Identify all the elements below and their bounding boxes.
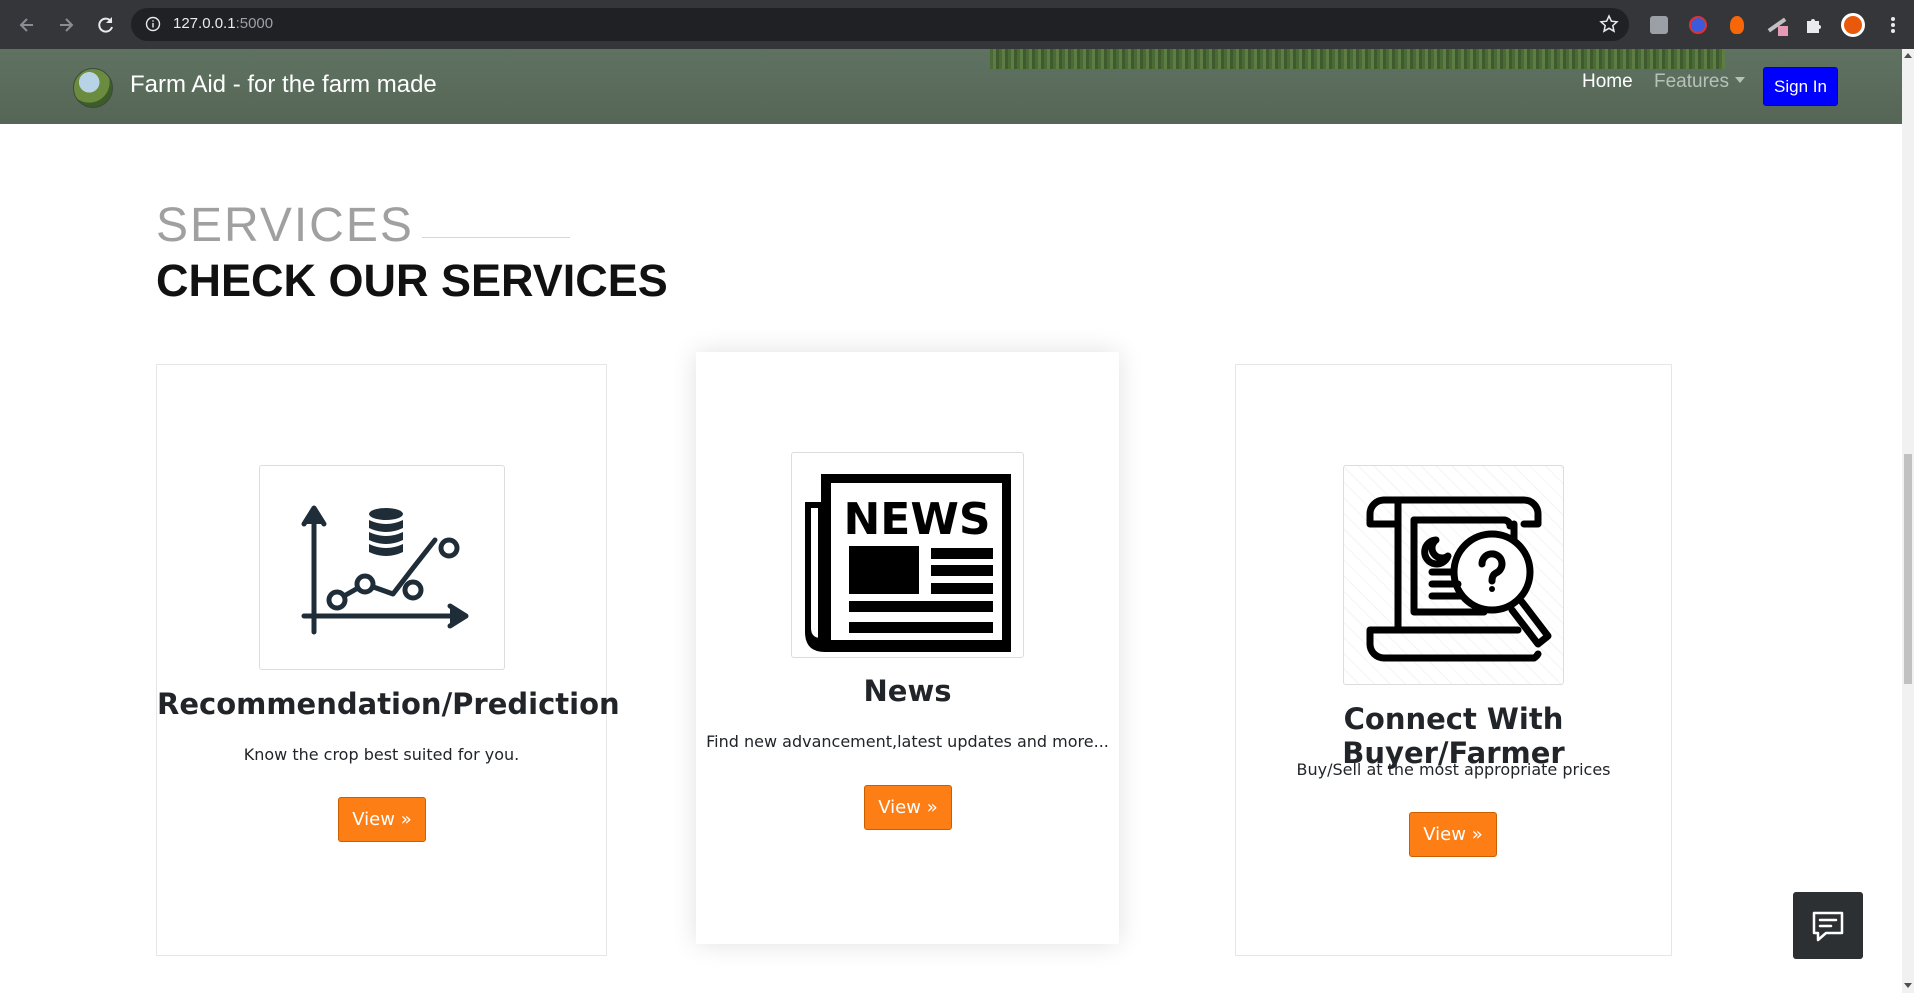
section-title: CHECK OUR SERVICES — [156, 255, 668, 306]
card-icon-box — [1343, 465, 1564, 685]
nav-features-dropdown[interactable]: Features — [1654, 71, 1745, 93]
extension-gray-icon[interactable] — [1646, 12, 1672, 38]
extension-glasses-icon[interactable] — [1685, 12, 1711, 38]
extension-pen-icon[interactable] — [1764, 12, 1790, 38]
browser-toolbar: 127.0.0.1:5000 — [0, 0, 1914, 49]
view-button[interactable]: View » — [1409, 812, 1497, 857]
nav-features-label: Features — [1654, 71, 1729, 92]
url-text: 127.0.0.1:5000 — [173, 15, 274, 32]
reload-icon — [98, 17, 113, 33]
scroll-up-arrow-icon[interactable] — [1904, 53, 1912, 58]
page-scrollbar[interactable] — [1902, 49, 1914, 993]
card-description: Buy/Sell at the most appropriate prices — [1296, 760, 1611, 779]
section-kicker: SERVICES — [156, 199, 414, 252]
chrome-menu-icon[interactable] — [1880, 12, 1906, 38]
chart-database-icon — [301, 505, 469, 634]
chat-widget-button[interactable] — [1793, 892, 1863, 959]
card-description: Know the crop best suited for you. — [243, 745, 520, 764]
kicker-divider — [422, 237, 570, 238]
service-card-recommendation: Recommendation/Prediction Know the crop … — [156, 364, 620, 956]
brand-name[interactable]: Farm Aid - for the farm made — [130, 71, 437, 99]
chat-icon — [1812, 911, 1844, 941]
service-card-news: NEWS News Find new advancement,latest up… — [696, 352, 1119, 944]
view-button[interactable]: View » — [864, 785, 952, 830]
news-icon-text: NEWS — [843, 494, 990, 545]
scroll-magnifier-icon — [1366, 496, 1551, 662]
scroll-thumb[interactable] — [1904, 454, 1912, 684]
card-icon-box: NEWS — [791, 452, 1024, 658]
extensions-puzzle-icon[interactable] — [1801, 12, 1827, 38]
service-card-connect: Connect With Buyer/Farmer Buy/Sell at th… — [1235, 364, 1672, 956]
newspaper-icon: NEWS — [805, 474, 1011, 652]
back-button[interactable] — [12, 10, 42, 40]
arrow-right-icon — [60, 18, 74, 32]
arrow-left-icon — [19, 18, 33, 32]
card-title: Recommendation/Prediction — [157, 687, 620, 721]
card-icon-box — [259, 465, 505, 670]
card-description: Find new advancement,latest updates and … — [706, 732, 1109, 751]
reload-button[interactable] — [91, 10, 121, 40]
nav-home-link[interactable]: Home — [1582, 71, 1633, 93]
banner-image-edge — [990, 49, 1725, 69]
view-button[interactable]: View » — [338, 797, 426, 842]
info-icon[interactable] — [145, 16, 161, 32]
card-title: News — [863, 674, 952, 708]
profile-avatar-icon[interactable] — [1840, 12, 1866, 38]
sign-in-button[interactable]: Sign In — [1763, 67, 1838, 106]
address-bar[interactable]: 127.0.0.1:5000 — [131, 8, 1629, 41]
extension-fire-icon[interactable] — [1724, 12, 1750, 38]
brand-logo[interactable] — [73, 68, 113, 108]
caret-down-icon — [1734, 77, 1745, 83]
scroll-down-arrow-icon[interactable] — [1904, 983, 1912, 988]
site-navbar: Farm Aid - for the farm made Home Featur… — [0, 49, 1902, 124]
forward-button[interactable] — [51, 10, 81, 40]
star-icon[interactable] — [1599, 14, 1619, 34]
